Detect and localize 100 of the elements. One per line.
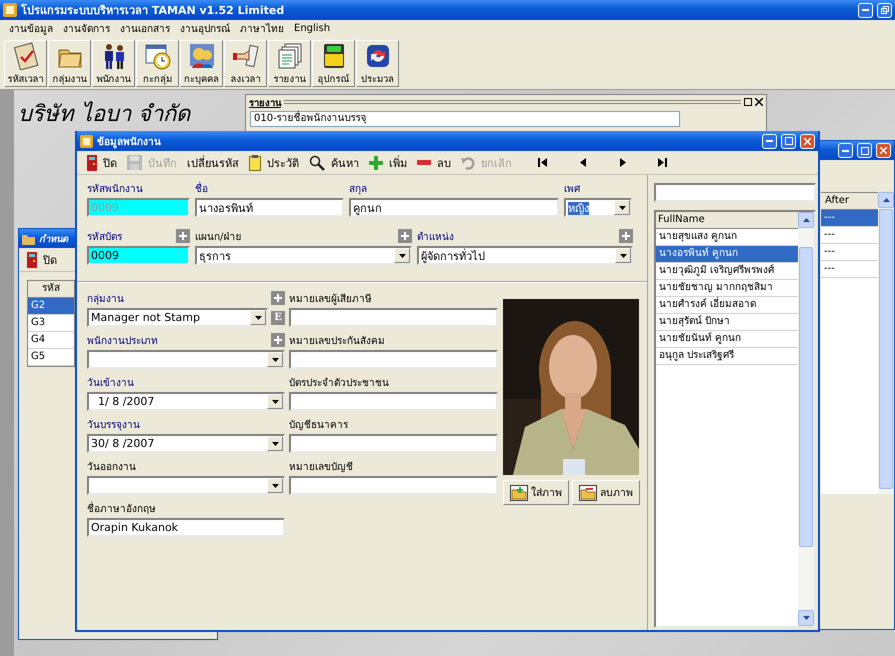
list-item[interactable]: นางอรพินท์ คูกนก <box>656 246 798 263</box>
dropdown-field[interactable] <box>87 350 285 369</box>
menu-item[interactable]: งานเอกสาร <box>115 20 175 36</box>
dropdown-button[interactable] <box>267 478 283 493</box>
field-label: หมายเลขประกันสังคม <box>289 334 385 348</box>
close-button[interactable]: ปิด <box>27 250 57 268</box>
dropdown-button[interactable] <box>250 310 266 325</box>
input-field[interactable] <box>289 308 498 327</box>
toolbar-button[interactable]: พนักงาน <box>92 40 135 87</box>
toolbar-button[interactable]: เปลี่ยนรหัส <box>187 154 239 172</box>
add-button[interactable] <box>271 333 285 347</box>
plus-icon <box>274 336 282 344</box>
dropdown-button[interactable] <box>267 352 283 367</box>
folder-add-icon <box>510 484 528 500</box>
close-icon <box>804 138 811 144</box>
plus-icon <box>179 232 187 240</box>
dropdown-field[interactable]: หญิง <box>564 198 632 217</box>
plus-icon <box>369 156 383 170</box>
scrollbar[interactable] <box>798 212 814 626</box>
search-field[interactable] <box>654 183 816 202</box>
menu-item[interactable]: ภาษาไทย <box>235 20 289 36</box>
minimize-button[interactable] <box>838 143 853 158</box>
add-button[interactable] <box>619 229 633 243</box>
toolbar-button[interactable]: กะบุคคล <box>180 40 223 87</box>
minimize-icon <box>862 9 869 11</box>
close-icon[interactable] <box>755 98 763 106</box>
list-item[interactable]: นายชัยนันท์ คูกนก <box>656 331 798 348</box>
list-item[interactable]: อนุกูล ประเสริฐศรี <box>656 348 798 365</box>
add-button[interactable] <box>176 229 190 243</box>
table-row[interactable]: G5 <box>28 349 74 366</box>
minimize-button[interactable] <box>858 2 873 18</box>
input-field[interactable] <box>289 434 498 453</box>
minimize-icon <box>842 150 849 152</box>
list-item[interactable]: นายสุรัตน์ ปักษา <box>656 314 798 331</box>
close-button[interactable] <box>876 143 891 158</box>
add-button[interactable] <box>271 291 285 305</box>
window-title: กำหนด <box>39 233 68 246</box>
dropdown-field[interactable] <box>87 476 285 495</box>
close-icon <box>880 147 887 154</box>
input-field[interactable] <box>289 392 498 411</box>
field-label: วันบรรจุงาน <box>87 418 140 432</box>
input-field[interactable] <box>289 350 498 369</box>
plus-icon <box>622 232 630 240</box>
field-label: หมายเลขผู้เสียภาษี <box>289 292 372 306</box>
toolbar-button[interactable]: อุปกรณ์ <box>312 40 355 87</box>
minimize-button[interactable] <box>762 134 777 148</box>
input-field[interactable] <box>289 476 498 495</box>
restore-button[interactable] <box>877 2 892 18</box>
table-row[interactable]: --- <box>821 210 878 227</box>
list-item[interactable]: นายวุฒิภูมิ เจริญศรีพรพงศ์ <box>656 263 798 280</box>
input-field[interactable]: 0009 <box>87 246 190 265</box>
app-icon <box>3 3 17 17</box>
dropdown-field[interactable]: 1/ 8 /2007 <box>87 392 285 411</box>
toolbar-button[interactable]: กะกลุ่ม <box>136 40 179 87</box>
maximize-button[interactable] <box>781 134 796 148</box>
input-field[interactable]: Orapin Kukanok <box>87 518 285 537</box>
add-button[interactable] <box>398 229 412 243</box>
input-field[interactable]: นางอรพินท์ <box>195 198 344 217</box>
dropdown-button[interactable] <box>394 248 410 263</box>
menu-item[interactable]: English <box>289 22 336 34</box>
dropdown-button[interactable] <box>615 248 631 263</box>
table-row[interactable]: G3 <box>28 315 74 332</box>
dropdown-button[interactable] <box>267 394 283 409</box>
scrollbar[interactable] <box>878 192 894 494</box>
menu-item[interactable]: งานข้อมูล <box>4 20 58 36</box>
toolbar-button[interactable]: รายงาน <box>268 40 311 87</box>
toolbar-button[interactable]: ค้นหา <box>309 154 359 172</box>
field-label: แผนก/ฝ่าย <box>195 230 242 244</box>
maximize-icon[interactable] <box>744 98 752 106</box>
list-item[interactable]: นายชัยชาญ มากกฤชสิมา <box>656 280 798 297</box>
menu-item[interactable]: งานอุปกรณ์ <box>175 20 235 36</box>
toolbar-button[interactable]: ลบ <box>417 154 451 172</box>
toolbar-button[interactable]: ปิด <box>87 154 117 172</box>
toolbar-button[interactable]: ประวัติ <box>249 154 299 172</box>
input-field[interactable]: คูกนก <box>349 198 559 217</box>
field-label: บัญชีธนาคาร <box>289 418 348 432</box>
table-row[interactable]: G2 <box>28 298 74 315</box>
toolbar-button[interactable]: ประมวล <box>356 40 399 87</box>
dropdown-button[interactable] <box>614 200 630 215</box>
photo-button[interactable]: ใส่ภาพ <box>503 480 569 505</box>
table-row[interactable]: G4 <box>28 332 74 349</box>
photo-button[interactable]: ลบภาพ <box>572 480 640 505</box>
maximize-button[interactable] <box>857 143 872 158</box>
down-arrow-icon <box>272 358 278 362</box>
toolbar-button[interactable]: เพิ่ม <box>369 154 407 172</box>
toolbar-button[interactable]: กลุ่มงาน <box>48 40 91 87</box>
report-list-item[interactable]: 010-รายชื่อพนักงานบรรจุ <box>250 111 680 127</box>
dropdown-field[interactable]: ธุรการ <box>195 246 412 265</box>
dropdown-field[interactable]: ผู้จัดการทั่วไป <box>417 246 633 265</box>
calendar-clock-icon <box>144 42 172 70</box>
dropdown-button[interactable] <box>267 436 283 451</box>
list-item[interactable]: นายศำรงค์ เอี่ยมสอาด <box>656 297 798 314</box>
down-arrow-icon <box>802 616 810 620</box>
down-arrow-icon <box>272 400 278 404</box>
toolbar-button[interactable]: รหัสเวลา <box>4 40 47 87</box>
dropdown-field[interactable]: Manager not Stamp <box>87 308 268 327</box>
menu-item[interactable]: งานจัดการ <box>58 20 115 36</box>
close-button[interactable] <box>800 134 815 148</box>
toolbar-button[interactable]: ลงเวลา <box>224 40 267 87</box>
dropdown-field[interactable]: 30/ 8 /2007 <box>87 434 285 453</box>
